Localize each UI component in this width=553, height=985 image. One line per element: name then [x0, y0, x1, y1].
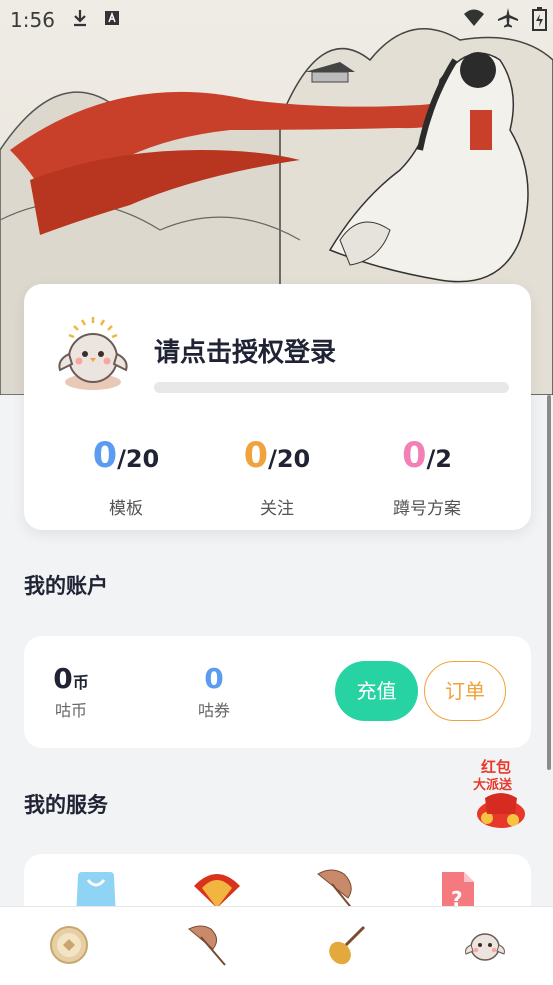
- stat-follows[interactable]: 0/20 关注: [202, 436, 352, 519]
- coins-label: 咕币: [54, 701, 87, 720]
- battery-charging-icon: [532, 7, 547, 31]
- status-bar: 1:56: [0, 0, 553, 38]
- login-prompt[interactable]: 请点击授权登录: [154, 332, 336, 369]
- login-progress-bar: [154, 382, 509, 393]
- stat-plans-label: 蹲号方案: [393, 499, 461, 519]
- owl-mascot-icon[interactable]: [461, 921, 509, 969]
- a-badge-icon: [105, 11, 119, 25]
- coins-unit: 币: [72, 673, 89, 692]
- stat-templates-label: 模板: [109, 499, 143, 519]
- profile-card[interactable]: 请点击授权登录 0/20 模板 0/20 关注 0/2 蹲号方案: [24, 284, 531, 530]
- stat-templates[interactable]: 0/20 模板: [51, 436, 201, 519]
- download-icon: [74, 10, 86, 27]
- stat-follows-label: 关注: [260, 499, 294, 519]
- stat-templates-total: /20: [117, 445, 160, 473]
- account-section-title: 我的账户: [24, 574, 108, 598]
- vouchers-label: 咕券: [197, 701, 230, 720]
- recharge-button[interactable]: 充值: [335, 661, 418, 721]
- stat-follows-value: 0: [243, 436, 269, 476]
- stat-plans[interactable]: 0/2 蹲号方案: [352, 436, 502, 519]
- stat-plans-value: 0: [402, 436, 427, 476]
- stat-templates-value: 0: [92, 436, 118, 476]
- bottom-nav: [0, 906, 553, 985]
- stat-follows-total: /20: [268, 445, 311, 473]
- airplane-mode-icon: [498, 8, 518, 28]
- coins-balance[interactable]: 0币 咕币: [46, 662, 96, 721]
- order-button[interactable]: 订单: [424, 661, 506, 721]
- scrollbar[interactable]: [547, 395, 551, 770]
- stat-plans-total: /2: [426, 445, 452, 473]
- vouchers-balance[interactable]: 0 咕券: [186, 662, 242, 721]
- services-section-title: 我的服务: [24, 793, 108, 817]
- account-card: 0币 咕币 0 咕券 充值 订单: [24, 636, 531, 748]
- vouchers-value: 0: [204, 662, 224, 695]
- red-packet-line2: 大派送: [473, 778, 513, 793]
- red-packet-promo[interactable]: 红包 大派送: [467, 754, 535, 830]
- wifi-icon: [464, 9, 484, 26]
- umbrella-nav-icon[interactable]: [183, 921, 231, 969]
- coins-value: 0: [53, 662, 73, 695]
- coin-home-icon[interactable]: [45, 921, 93, 969]
- owl-avatar-icon[interactable]: [52, 314, 134, 394]
- status-time: 1:56: [10, 8, 55, 32]
- pipa-icon[interactable]: [322, 921, 370, 969]
